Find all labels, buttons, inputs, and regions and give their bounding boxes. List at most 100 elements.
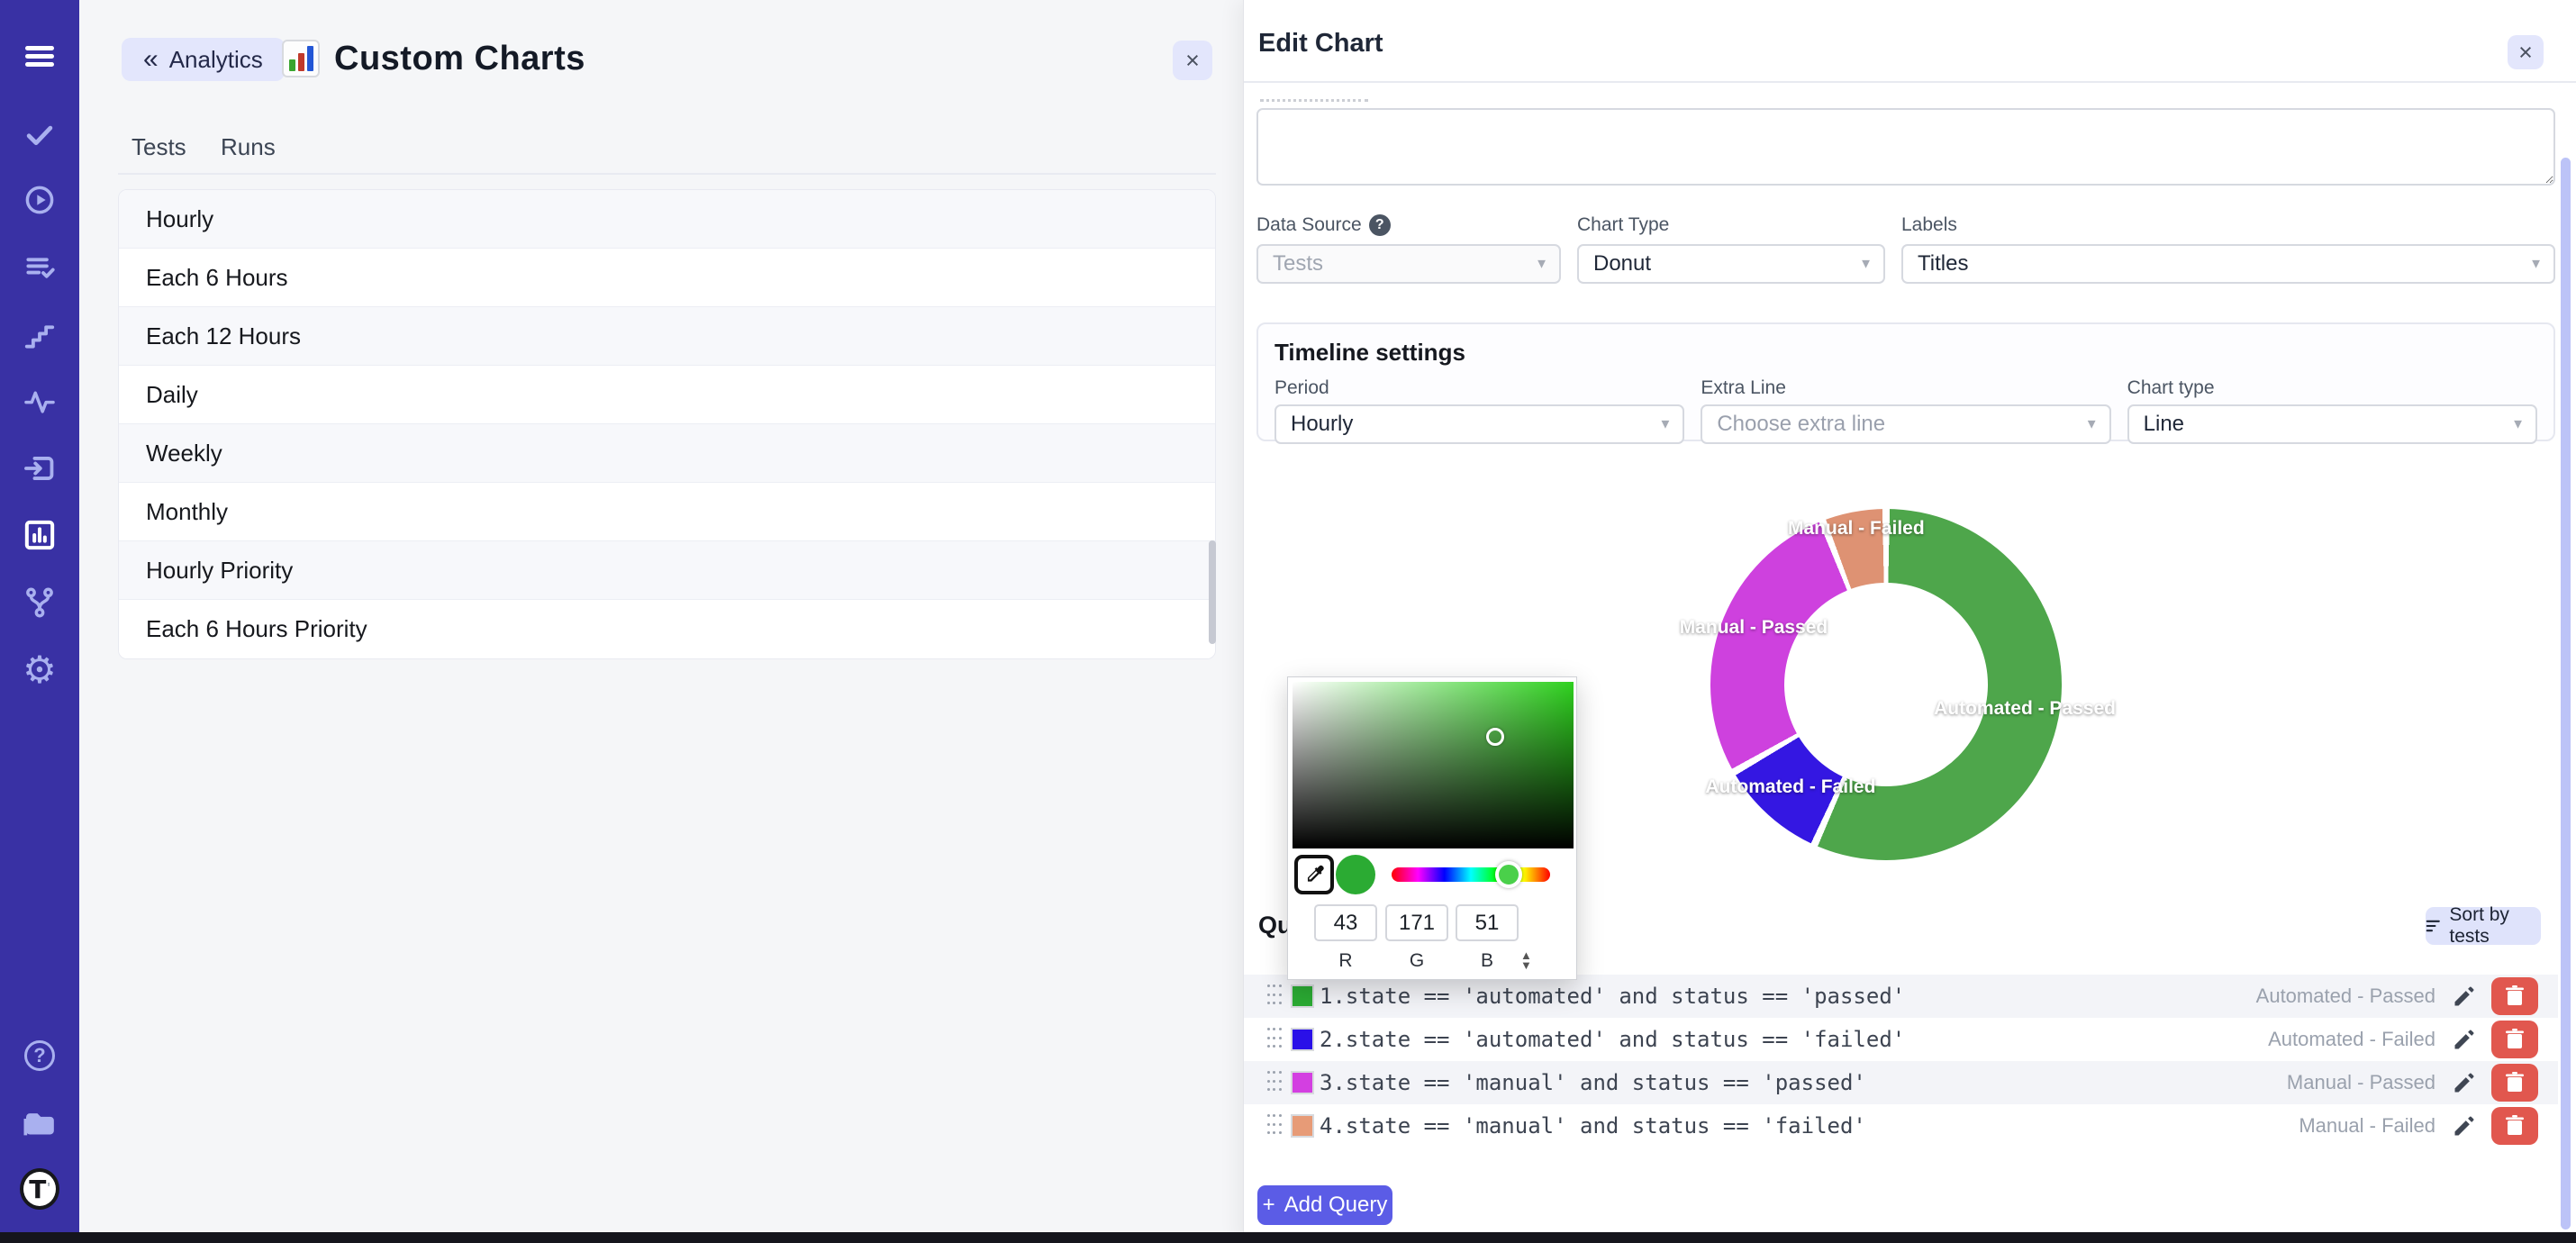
edit-panel-close-button[interactable]: × — [2508, 35, 2544, 69]
chart-type-select[interactable]: Donut ▼ — [1577, 244, 1885, 284]
delete-query-button[interactable] — [2491, 1107, 2538, 1145]
query-tag: Automated - Passed — [2256, 984, 2435, 1008]
eyedropper-icon — [1302, 863, 1326, 886]
bar-chart-icon[interactable] — [20, 515, 59, 555]
edit-chart-panel: Edit Chart × Data Source ? Tests ▼ Chart… — [1243, 0, 2576, 1243]
slice-label-automated-passed: Automated - Passed — [1934, 698, 2116, 720]
eyedropper-button[interactable] — [1294, 855, 1334, 894]
labels-select[interactable]: Titles ▼ — [1901, 244, 2555, 284]
list-item-daily[interactable]: Daily — [119, 366, 1215, 424]
charts-list-panel: « Analytics Custom Charts × Tests Runs H… — [79, 0, 1243, 1243]
help-icon[interactable]: ? — [20, 1036, 59, 1075]
folders-icon[interactable] — [20, 1103, 59, 1143]
color-picker-popup: 43 171 51 R G B ▲▼ — [1287, 676, 1577, 980]
drag-handle-icon[interactable] — [1267, 1028, 1282, 1051]
edit-chart-title: Edit Chart — [1258, 29, 1383, 59]
sort-by-tests-button[interactable]: Sort by tests — [2426, 907, 2541, 945]
query-color-swatch[interactable] — [1291, 1071, 1314, 1094]
chevron-down-icon: ▼ — [2511, 417, 2525, 432]
selected-color-swatch — [1336, 855, 1375, 894]
query-row: 4.state == 'manual' and status == 'faile… — [1244, 1104, 2558, 1148]
edit-chart-header: Edit Chart × — [1244, 0, 2576, 83]
list-item-each-6-hours-priority[interactable]: Each 6 Hours Priority — [119, 600, 1215, 658]
query-tag: Manual - Passed — [2287, 1071, 2435, 1094]
rgb-mode-stepper-icon[interactable]: ▲▼ — [1520, 950, 1532, 970]
chevron-down-icon: ▼ — [1535, 257, 1548, 272]
drag-handle-icon[interactable] — [1267, 984, 1282, 1008]
period-select[interactable]: Hourly ▼ — [1274, 404, 1684, 444]
query-color-swatch[interactable] — [1291, 1028, 1314, 1051]
add-query-button[interactable]: + Add Query — [1257, 1185, 1392, 1225]
data-source-select[interactable]: Tests ▼ — [1256, 244, 1561, 284]
tab-tests[interactable]: Tests — [132, 133, 186, 161]
donut-hole — [1784, 583, 1988, 786]
drag-handle-icon[interactable] — [1267, 1114, 1282, 1138]
query-tag: Manual - Failed — [2299, 1114, 2435, 1138]
plus-icon: + — [1263, 1193, 1275, 1218]
left-panel-close-button[interactable]: × — [1173, 41, 1212, 80]
steps-icon[interactable] — [20, 315, 59, 355]
back-label: Analytics — [169, 46, 263, 74]
data-source-label: Data Source ? — [1256, 214, 1561, 236]
list-item-weekly[interactable]: Weekly — [119, 424, 1215, 483]
list-item-each-12-hours[interactable]: Each 12 Hours — [119, 307, 1215, 366]
query-color-swatch[interactable] — [1291, 1114, 1314, 1138]
description-textarea[interactable] — [1256, 108, 2555, 186]
list-check-icon[interactable] — [20, 248, 59, 287]
query-row: 2.state == 'automated' and status == 'fa… — [1244, 1018, 2558, 1061]
delete-query-button[interactable] — [2491, 1021, 2538, 1058]
sign-in-icon[interactable] — [20, 449, 59, 488]
extra-line-select[interactable]: Choose extra line ▼ — [1701, 404, 2110, 444]
app-logo[interactable]: T' — [20, 1169, 59, 1209]
sort-icon — [2426, 918, 2441, 934]
gear-icon[interactable]: ⚙ — [20, 650, 59, 690]
menu-icon[interactable] — [20, 36, 59, 76]
custom-charts-list: Hourly Each 6 Hours Each 12 Hours Daily … — [118, 189, 1216, 659]
hue-slider-thumb[interactable] — [1495, 861, 1522, 888]
page-title: Custom Charts — [334, 40, 585, 78]
tab-runs[interactable]: Runs — [221, 133, 276, 161]
donut-chart: Automated - Passed Automated - Failed Ma… — [1710, 509, 2062, 860]
timeline-chart-type-select[interactable]: Line ▼ — [2127, 404, 2537, 444]
edit-pencil-icon[interactable] — [2452, 1113, 2477, 1139]
back-chevrons-icon: « — [143, 46, 159, 73]
edit-pencil-icon[interactable] — [2452, 984, 2477, 1009]
query-color-swatch[interactable] — [1291, 984, 1314, 1008]
red-input[interactable]: 43 — [1314, 904, 1377, 941]
edit-pencil-icon[interactable] — [2452, 1027, 2477, 1052]
list-item-each-6-hours[interactable]: Each 6 Hours — [119, 249, 1215, 307]
drag-handle-icon[interactable] — [1267, 1071, 1282, 1094]
chevron-down-icon: ▼ — [2085, 417, 2099, 432]
help-question-icon[interactable]: ? — [1369, 214, 1391, 236]
hue-slider[interactable] — [1392, 867, 1550, 882]
blue-label: B — [1456, 950, 1519, 972]
window-bottom-edge — [0, 1232, 2576, 1243]
play-circle-icon[interactable] — [20, 180, 59, 220]
check-icon[interactable] — [20, 115, 59, 155]
timeline-settings-title: Timeline settings — [1274, 339, 2537, 367]
saturation-area[interactable] — [1293, 682, 1574, 848]
query-tag: Automated - Failed — [2268, 1028, 2435, 1051]
back-to-analytics-button[interactable]: « Analytics — [122, 38, 285, 81]
trash-icon — [2505, 1115, 2525, 1137]
delete-query-button[interactable] — [2491, 1064, 2538, 1102]
list-item-monthly[interactable]: Monthly — [119, 483, 1215, 541]
chart-emoji-icon — [282, 40, 320, 77]
green-input[interactable]: 171 — [1385, 904, 1448, 941]
list-scrollbar[interactable] — [1209, 540, 1216, 644]
git-branch-icon[interactable] — [20, 583, 59, 622]
chevron-down-icon: ▼ — [2529, 257, 2543, 272]
activity-icon[interactable] — [20, 381, 59, 421]
delete-query-button[interactable] — [2491, 977, 2538, 1015]
blue-input[interactable]: 51 — [1456, 904, 1519, 941]
saturation-cursor[interactable] — [1486, 728, 1504, 746]
list-item-hourly-priority[interactable]: Hourly Priority — [119, 541, 1215, 600]
edit-panel-scrollbar[interactable] — [2561, 158, 2571, 1229]
list-item-hourly[interactable]: Hourly — [119, 190, 1215, 249]
timeline-chart-type-label: Chart type — [2127, 377, 2537, 399]
edit-pencil-icon[interactable] — [2452, 1070, 2477, 1095]
query-row: 1.state == 'automated' and status == 'pa… — [1244, 975, 2558, 1018]
slice-label-automated-failed: Automated - Failed — [1705, 776, 1875, 798]
trash-icon — [2505, 1029, 2525, 1050]
labels-label: Labels — [1901, 214, 2555, 236]
